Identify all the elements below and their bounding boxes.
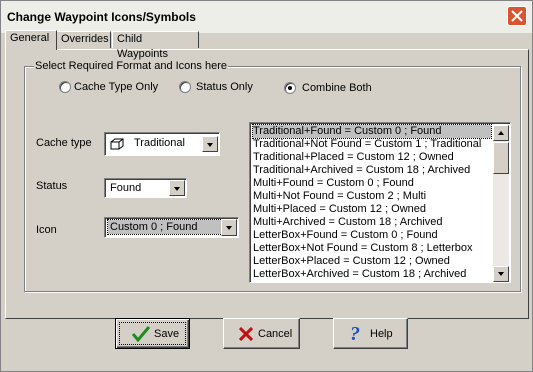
scroll-thumb[interactable] (493, 142, 509, 174)
close-icon (511, 10, 523, 22)
scroll-up-button[interactable] (493, 125, 509, 141)
tab-label: Overrides (61, 33, 109, 45)
close-button[interactable] (507, 6, 527, 26)
x-icon (239, 327, 253, 341)
list-item[interactable]: Multi+Archived = Custom 18 ; Archived (253, 216, 491, 229)
chevron-up-icon (498, 131, 504, 135)
traditional-cache-icon (110, 138, 124, 150)
list-item[interactable]: LetterBox+Placed = Custom 12 ; Owned (253, 255, 491, 268)
dropdown-button[interactable] (202, 136, 218, 152)
save-label: Save (154, 328, 180, 340)
list-item[interactable]: LetterBox+Archived = Custom 18 ; Archive… (253, 268, 491, 281)
question-icon: ? (350, 324, 360, 344)
tab-label: General (10, 32, 50, 44)
list-item[interactable]: Traditional+Found = Custom 0 ; Found (252, 124, 492, 139)
title-bar[interactable]: Change Waypoint Icons/Symbols (1, 1, 532, 33)
list-item[interactable]: LetterBox+Not Found = Custom 8 ; Letterb… (253, 242, 491, 255)
tab-label: Child Waypoints (117, 33, 168, 60)
list-item[interactable]: LetterBox+Found = Custom 0 ; Found (253, 229, 491, 242)
radio-label[interactable]: Status Only (196, 81, 253, 93)
cancel-button[interactable]: Cancel (223, 318, 300, 349)
icon-select[interactable]: Custom 0 ; Found (104, 217, 239, 238)
tab-child-waypoints[interactable]: Child Waypoints (112, 31, 199, 60)
list-item[interactable]: Traditional+Placed = Custom 12 ; Owned (253, 151, 491, 164)
cache-type-value: Traditional (134, 137, 185, 149)
tab-overrides[interactable]: Overrides (56, 31, 111, 48)
window-title: Change Waypoint Icons/Symbols (7, 10, 196, 24)
list-item[interactable]: Multi+Not Found = Custom 2 ; Multi (253, 190, 491, 203)
cancel-label: Cancel (258, 328, 293, 340)
status-value: Found (110, 182, 142, 194)
cache-type-select[interactable]: Traditional (104, 132, 220, 156)
help-label: Help (370, 328, 393, 340)
scroll-down-button[interactable] (493, 266, 509, 282)
list-item[interactable]: Multi+Placed = Custom 12 ; Owned (253, 203, 491, 216)
list-item[interactable]: Multi+Found = Custom 0 ; Found (253, 177, 491, 190)
chevron-down-icon (226, 226, 232, 230)
icon-value: Custom 0 ; Found (107, 219, 223, 235)
radio-label[interactable]: Combine Both (302, 82, 372, 94)
chevron-down-icon (207, 143, 213, 147)
dropdown-button[interactable] (221, 219, 237, 236)
vertical-scrollbar[interactable] (493, 125, 509, 282)
radio-status-only[interactable] (179, 81, 191, 93)
save-button[interactable]: Save (115, 318, 190, 349)
icon-label: Icon (36, 224, 57, 236)
chevron-down-icon (498, 272, 504, 276)
checkmark-icon (132, 326, 150, 342)
tab-general[interactable]: General (5, 30, 57, 50)
list-item[interactable]: Traditional+Archived = Custom 18 ; Archi… (253, 164, 491, 177)
radio-cache-type-only[interactable] (59, 81, 71, 93)
dialog-window: Change Waypoint Icons/Symbols General Ov… (0, 0, 533, 372)
status-select[interactable]: Found (104, 178, 187, 198)
group-legend: Select Required Format and Icons here (34, 60, 228, 72)
cache-type-label: Cache type (36, 137, 92, 149)
dropdown-button[interactable] (169, 180, 185, 196)
status-label: Status (36, 180, 68, 192)
combination-listbox[interactable]: Traditional+Found = Custom 0 ; Found Tra… (249, 122, 511, 283)
chevron-down-icon (174, 187, 180, 191)
radio-dot (288, 86, 292, 90)
list-item[interactable]: Traditional+Not Found = Custom 1 ; Tradi… (253, 138, 491, 151)
help-button[interactable]: ? Help (333, 318, 408, 349)
svg-text:?: ? (350, 324, 360, 344)
radio-combine-both[interactable] (284, 82, 296, 94)
radio-label[interactable]: Cache Type Only (74, 81, 158, 93)
